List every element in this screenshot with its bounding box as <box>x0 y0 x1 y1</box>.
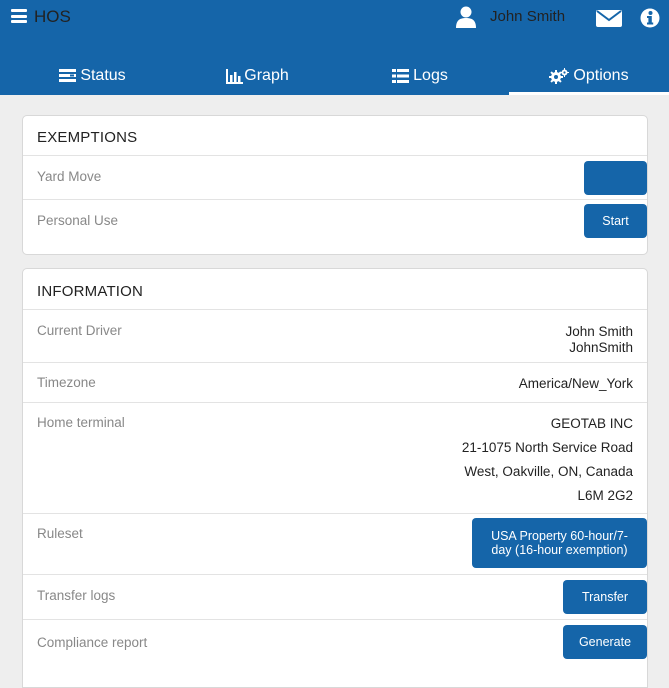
home-terminal-value: GEOTAB INC 21-1075 North Service Road We… <box>462 416 633 504</box>
transfer-logs-label: Transfer logs <box>37 588 116 603</box>
yard-move-button[interactable] <box>584 161 647 195</box>
compliance-report-label: Compliance report <box>37 635 148 650</box>
tab-graph-label: Graph <box>244 67 289 84</box>
list-icon <box>392 69 410 83</box>
home-terminal-line: GEOTAB INC <box>550 416 633 431</box>
timezone-label: Timezone <box>37 375 96 390</box>
tab-options[interactable]: Options <box>509 57 669 95</box>
divider <box>23 362 647 363</box>
yard-move-label: Yard Move <box>37 169 102 184</box>
tab-status[interactable]: Status <box>0 57 185 95</box>
divider <box>23 155 647 156</box>
info-icon[interactable] <box>640 8 660 28</box>
divider <box>23 513 647 514</box>
status-icon <box>59 69 77 82</box>
divider <box>23 402 647 403</box>
ruleset-button[interactable]: USA Property 60-hour/7-day (16-hour exem… <box>472 518 647 568</box>
home-terminal-line: West, Oakville, ON, Canada <box>464 464 633 479</box>
exemptions-title: EXEMPTIONS <box>37 129 138 146</box>
timezone-value: America/New_York <box>518 376 633 391</box>
tab-logs[interactable]: Logs <box>340 57 500 95</box>
home-terminal-line: 21-1075 North Service Road <box>461 440 633 455</box>
personal-use-start-button[interactable]: Start <box>584 204 647 238</box>
exemptions-card: EXEMPTIONS Yard Move Personal Use Start <box>22 115 648 255</box>
personal-use-label: Personal Use <box>37 213 119 228</box>
driver-name: John Smith <box>565 324 633 339</box>
driver-username: JohnSmith <box>569 340 633 355</box>
tab-status-label: Status <box>80 67 126 84</box>
information-title: INFORMATION <box>37 283 144 300</box>
current-driver-value: John Smith JohnSmith <box>565 324 633 356</box>
current-driver-label: Current Driver <box>37 323 122 338</box>
gears-icon <box>549 68 570 84</box>
active-tab-indicator <box>509 92 669 95</box>
divider <box>23 309 647 310</box>
transfer-button[interactable]: Transfer <box>563 580 647 614</box>
home-terminal-line: L6M 2G2 <box>577 488 633 503</box>
generate-button[interactable]: Generate <box>563 625 647 659</box>
tab-graph[interactable]: Graph <box>185 57 330 95</box>
divider <box>23 574 647 575</box>
information-card: INFORMATION Current Driver John Smith Jo… <box>22 268 648 688</box>
home-terminal-label: Home terminal <box>37 415 125 430</box>
app-title: HOS <box>34 7 71 26</box>
tab-options-label: Options <box>573 67 629 84</box>
user-name[interactable]: John Smith <box>490 8 565 26</box>
mail-icon[interactable] <box>596 10 622 27</box>
user-icon[interactable] <box>456 6 476 28</box>
graph-icon <box>226 68 244 84</box>
divider <box>23 199 647 200</box>
hamburger-menu-icon[interactable] <box>11 8 27 24</box>
divider <box>23 619 647 620</box>
tab-logs-label: Logs <box>413 67 448 84</box>
ruleset-label: Ruleset <box>37 526 83 541</box>
